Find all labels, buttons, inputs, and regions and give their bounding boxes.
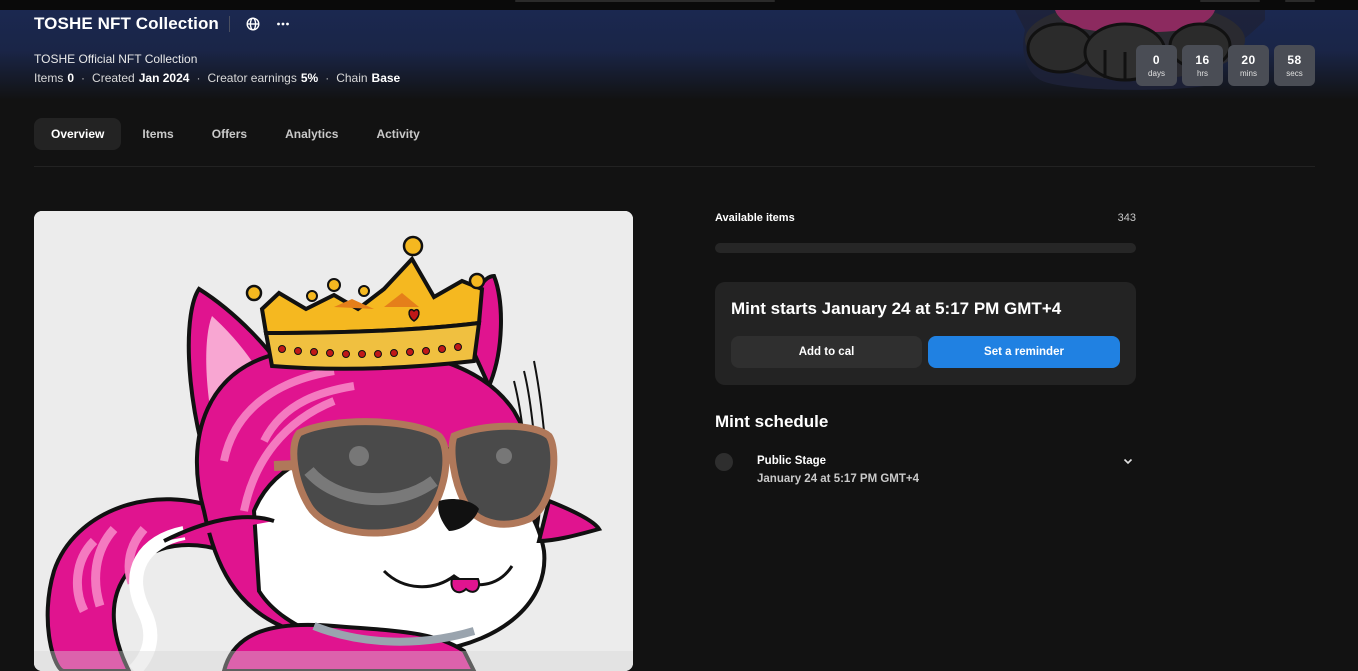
stage-name: Public Stage	[757, 455, 827, 467]
add-to-calendar-button[interactable]: Add to cal	[731, 336, 922, 368]
countdown-minutes: 20 mins	[1228, 45, 1269, 86]
top-strip-segment	[515, 0, 775, 2]
meta-separator: ·	[81, 71, 86, 85]
mint-countdown: 0 days 16 hrs 20 mins 58 secs	[1136, 45, 1315, 86]
meta-items-label: Items	[34, 71, 64, 85]
tab-offers[interactable]: Offers	[195, 118, 264, 150]
tab-analytics[interactable]: Analytics	[268, 118, 355, 150]
collection-title-row: TOSHE NFT Collection	[34, 13, 302, 35]
countdown-hours: 16 hrs	[1182, 45, 1223, 86]
countdown-unit: hrs	[1196, 69, 1209, 78]
countdown-seconds: 58 secs	[1274, 45, 1315, 86]
available-items-count: 343	[1117, 212, 1136, 224]
meta-created-label: Created	[92, 71, 135, 85]
meta-chain-label: Chain	[336, 71, 368, 85]
stage-status-dot	[715, 453, 733, 471]
available-items-label: Available items	[715, 212, 795, 224]
collection-meta: Items 0 · Created Jan 2024 · Creator ear…	[34, 71, 400, 85]
title-divider	[228, 16, 230, 32]
globe-icon[interactable]	[242, 13, 264, 35]
mint-schedule-title: Mint schedule	[715, 412, 829, 431]
set-reminder-button[interactable]: Set a reminder	[928, 336, 1120, 368]
chevron-down-icon[interactable]	[1120, 453, 1136, 469]
countdown-days: 0 days	[1136, 45, 1177, 86]
tab-items[interactable]: Items	[125, 118, 190, 150]
collection-title: TOSHE NFT Collection	[34, 14, 219, 33]
countdown-value: 58	[1287, 53, 1302, 67]
tab-activity[interactable]: Activity	[359, 118, 436, 150]
meta-earnings-label: Creator earnings	[207, 71, 297, 85]
mint-progress-bar	[715, 243, 1136, 253]
mint-start-card: Mint starts January 24 at 5:17 PM GMT+4 …	[715, 282, 1136, 385]
browser-top-strip	[0, 0, 1358, 10]
countdown-value: 16	[1195, 53, 1210, 67]
meta-earnings-value: 5%	[300, 71, 319, 85]
tab-overview[interactable]: Overview	[34, 118, 122, 150]
meta-separator: ·	[325, 71, 330, 85]
countdown-unit: secs	[1286, 69, 1303, 78]
meta-items-value: 0	[67, 71, 75, 85]
countdown-value: 0	[1152, 53, 1161, 67]
top-strip-segment	[1200, 0, 1260, 2]
countdown-unit: days	[1148, 69, 1165, 78]
countdown-unit: mins	[1240, 69, 1257, 78]
mint-start-text: Mint starts January 24 at 5:17 PM GMT+4	[731, 299, 1062, 318]
top-strip-segment	[1285, 0, 1315, 2]
stage-date: January 24 at 5:17 PM GMT+4	[757, 473, 920, 485]
countdown-value: 20	[1241, 53, 1256, 67]
meta-separator: ·	[196, 71, 201, 85]
tabs-divider	[34, 166, 1315, 167]
nft-artwork	[34, 211, 633, 671]
collection-tabs: Overview Items Offers Analytics Activity	[34, 118, 441, 150]
meta-created-value: Jan 2024	[138, 71, 190, 85]
more-icon[interactable]	[272, 13, 294, 35]
meta-chain-value: Base	[371, 71, 401, 85]
collection-subtitle: TOSHE Official NFT Collection	[34, 52, 198, 66]
